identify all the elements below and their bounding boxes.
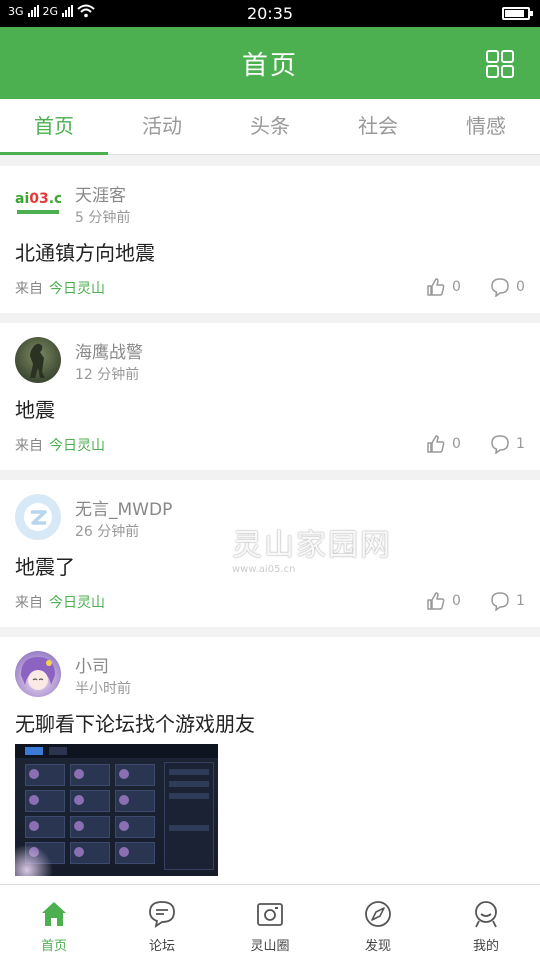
comment-icon <box>491 278 509 297</box>
post-title[interactable]: 地震 <box>15 394 55 423</box>
like-count: 0 <box>452 279 461 295</box>
category-tabs: 首页 活动 头条 社会 情感 <box>0 99 540 155</box>
source-label: 来自 <box>15 281 43 297</box>
thumbs-up-icon <box>427 592 445 610</box>
nav-home-label: 首页 <box>40 939 67 954</box>
source-link[interactable]: 今日灵山 <box>49 595 105 611</box>
comment-icon <box>491 592 509 611</box>
avatar-logo: ai03.cn <box>15 180 61 226</box>
post-author[interactable]: 天涯客 <box>75 181 126 206</box>
nav-circle-label: 灵山圈 <box>250 939 290 954</box>
source-link[interactable]: 今日灵山 <box>49 281 105 297</box>
battery-level <box>505 10 525 17</box>
app-screen: 3G 2G 20:35 首页 首页 活动 头条 社会 情感 ai03.cn 天涯 <box>0 0 540 960</box>
comment-button[interactable]: 0 <box>490 277 525 297</box>
avatar <box>15 337 61 383</box>
post-title[interactable]: 无聊看下论坛找个游戏朋友 <box>15 708 255 737</box>
avatar-anime <box>15 651 61 697</box>
post-time: 12 分钟前 <box>75 367 140 383</box>
tab-society[interactable]: 社会 <box>324 99 432 154</box>
avatar-default <box>15 494 61 540</box>
nav-circle[interactable]: 灵山圈 <box>216 885 324 960</box>
post-time: 26 分钟前 <box>75 524 140 540</box>
page-title: 首页 <box>241 51 298 81</box>
nav-discover-label: 发现 <box>364 939 391 954</box>
comment-icon <box>491 435 509 454</box>
post-card-4[interactable]: 小司 半小时前 无聊看下论坛找个游戏朋友 <box>0 637 540 884</box>
compass-icon <box>365 901 391 927</box>
camera-icon <box>257 903 283 926</box>
source-link[interactable]: 今日灵山 <box>49 438 105 454</box>
tab-home[interactable]: 首页 <box>0 99 108 155</box>
post-author[interactable]: 小司 <box>75 652 109 677</box>
default-user-icon <box>24 503 52 531</box>
home-icon <box>42 902 66 926</box>
nav-home[interactable]: 首页 <box>0 885 108 960</box>
post-time: 5 分钟前 <box>75 210 131 226</box>
thumbs-up-icon <box>427 435 445 453</box>
comment-button[interactable]: 1 <box>490 591 525 611</box>
comment-count: 0 <box>516 279 525 295</box>
person-silhouette-icon <box>30 343 45 378</box>
source-label: 来自 <box>15 438 43 454</box>
nav-discover[interactable]: 发现 <box>324 885 432 960</box>
post-author[interactable]: 海鹰战警 <box>75 338 143 363</box>
like-count: 0 <box>452 436 461 452</box>
nav-forum[interactable]: 论坛 <box>108 885 216 960</box>
post-title[interactable]: 地震了 <box>15 551 75 580</box>
status-time: 20:35 <box>246 4 294 23</box>
post-title[interactable]: 北通镇方向地震 <box>15 237 155 266</box>
battery-icon <box>502 7 533 20</box>
bottom-nav: 首页 论坛 灵山圈 发现 我的 <box>0 884 540 960</box>
like-button[interactable]: 0 <box>426 591 461 611</box>
comment-count: 1 <box>516 593 525 609</box>
post-author[interactable]: 无言_MWDP <box>75 495 172 520</box>
post-card-3[interactable]: 无言_MWDP 26 分钟前 地震了 来自 今日灵山 0 1 <box>0 480 540 627</box>
post-time: 半小时前 <box>75 681 131 697</box>
comment-button[interactable]: 1 <box>490 434 525 454</box>
source-label: 来自 <box>15 595 43 611</box>
like-button[interactable]: 0 <box>426 434 461 454</box>
like-button[interactable]: 0 <box>426 277 461 297</box>
chat-bubble-icon <box>149 901 175 928</box>
app-header: 首页 <box>0 27 540 99</box>
post-card-1[interactable]: ai03.cn 天涯客 5 分钟前 北通镇方向地震 来自今日灵山 0 0 <box>0 166 540 313</box>
tab-headlines[interactable]: 头条 <box>216 99 324 154</box>
comment-count: 1 <box>516 436 525 452</box>
status-bar: 3G 2G 20:35 <box>0 0 540 27</box>
tab-activity[interactable]: 活动 <box>108 99 216 154</box>
anime-face-icon <box>21 657 55 690</box>
grid-icon[interactable] <box>486 50 514 78</box>
nav-forum-label: 论坛 <box>148 939 175 954</box>
post-card-2[interactable]: 海鹰战警 12 分钟前 地震 来自 今日灵山 0 1 <box>0 323 540 470</box>
thumbs-up-icon <box>427 278 445 296</box>
tab-emotion[interactable]: 情感 <box>432 99 540 154</box>
post-image-thumbnail[interactable] <box>15 744 218 876</box>
user-icon <box>475 901 497 928</box>
post-source: 来自 今日灵山 <box>15 435 105 455</box>
post-source: 来自 今日灵山 <box>15 592 105 612</box>
nav-mine-label: 我的 <box>472 939 499 954</box>
like-count: 0 <box>452 593 461 609</box>
post-source: 来自 今日灵山 <box>15 278 105 298</box>
nav-mine[interactable]: 我的 <box>432 885 540 960</box>
